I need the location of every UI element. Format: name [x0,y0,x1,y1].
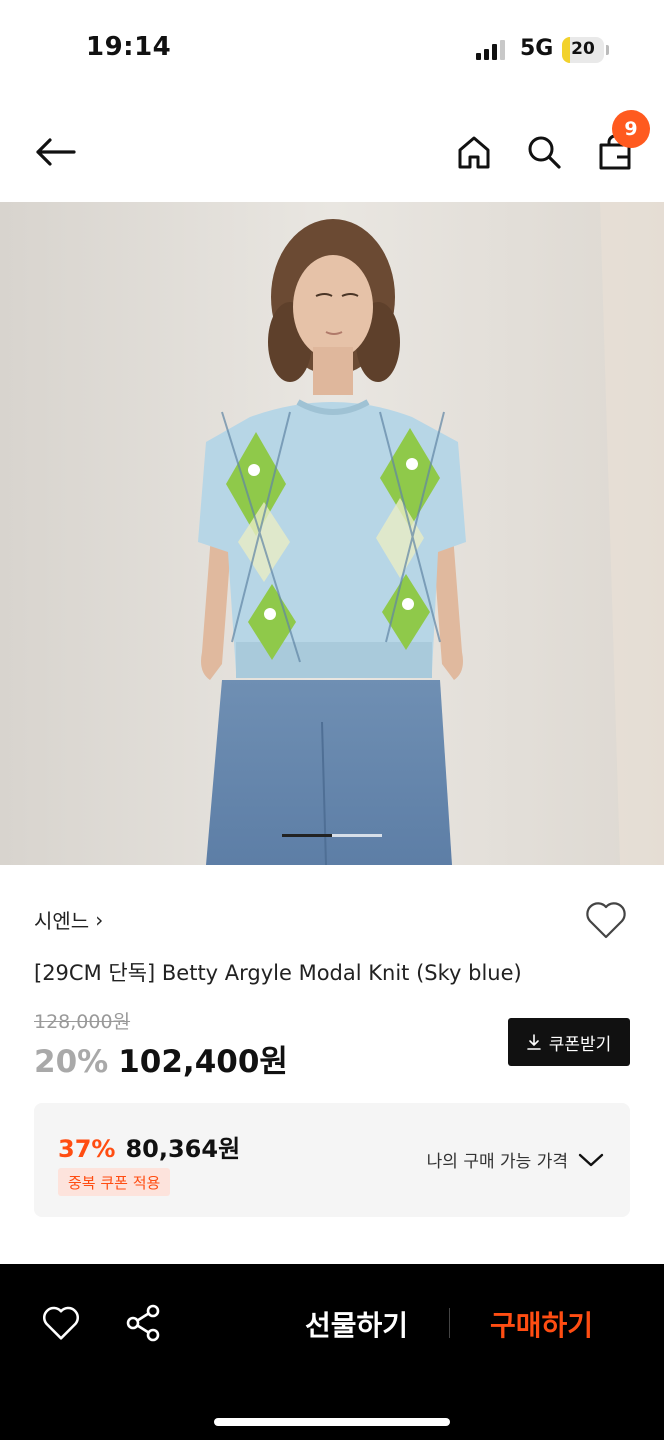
search-button[interactable] [522,130,566,174]
battery-level: 20 [571,39,595,59]
my-best-price-box[interactable]: 37% 80,364원 중복 쿠폰 적용 나의 구매 가능 가격 [34,1103,630,1217]
sale-price: 102,400원 [118,1044,288,1080]
search-icon [528,136,561,169]
cellular-signal-icon [476,40,505,60]
product-photo [0,202,664,865]
bottom-divider [449,1308,450,1338]
arrow-left-icon [36,138,76,166]
like-button[interactable] [38,1300,84,1346]
network-type: 5G [520,36,554,61]
bottom-action-bar [0,1264,664,1440]
heart-outline-icon [586,902,626,939]
battery-icon: 20 [562,37,604,63]
discount-rate: 20% [34,1044,109,1080]
duplicate-coupon-tag: 중복 쿠폰 적용 [58,1168,171,1196]
back-button[interactable] [30,130,80,174]
price-row: 20% 102,400원 [34,1036,288,1081]
wishlist-button[interactable] [584,900,628,944]
get-coupon-label: 쿠폰받기 [548,1034,612,1055]
share-button[interactable] [120,1300,166,1346]
product-page: 19:14 5G 20 9 시엔느 › [29CM 단독] Betty Argy… [0,0,664,1440]
get-coupon-button[interactable]: 쿠폰받기 [508,1018,630,1066]
home-button[interactable] [452,130,496,174]
battery-cap [606,45,609,55]
home-indicator [214,1418,450,1426]
brand-link[interactable]: 시엔느 › [34,905,103,934]
best-price-row: 37% 80,364원 [58,1129,240,1164]
status-time: 19:14 [86,32,172,62]
chevron-right-icon: › [95,907,104,932]
product-image[interactable] [0,202,664,865]
gift-button[interactable]: 선물하기 [305,1304,408,1344]
buy-button[interactable]: 구매하기 [490,1304,593,1344]
heart-outline-icon [42,1306,80,1340]
home-icon [458,136,490,169]
brand-name: 시엔느 [34,909,90,933]
status-bar: 19:14 5G 20 [0,0,664,100]
product-title: [29CM 단독] Betty Argyle Modal Knit (Sky b… [34,961,522,985]
gallery-indicator [282,834,382,837]
best-price: 80,364원 [125,1135,241,1163]
best-discount-rate: 37% [58,1135,116,1163]
my-price-label: 나의 구매 가능 가격 [426,1152,568,1172]
share-icon [126,1304,160,1342]
original-price: 128,000원 [34,1011,131,1033]
gallery-indicator-active [282,834,332,837]
chevron-down-icon [578,1153,604,1166]
download-icon [526,1034,541,1050]
cart-count-badge: 9 [612,110,650,148]
my-price-toggle[interactable]: 나의 구매 가능 가격 [427,1147,604,1172]
